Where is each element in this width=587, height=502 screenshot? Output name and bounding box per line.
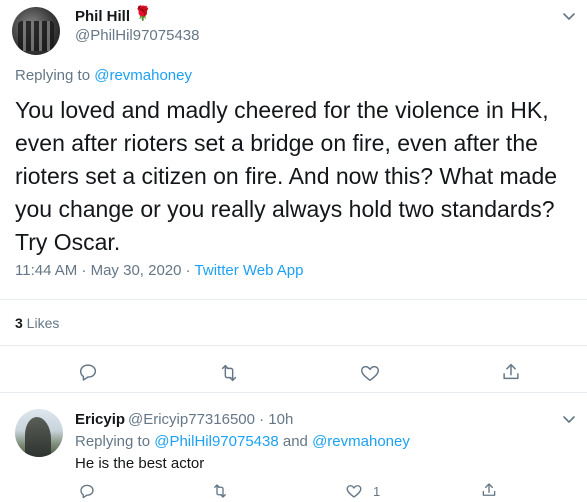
share-icon[interactable] (500, 361, 522, 383)
reply-author-handle-time[interactable]: @Ericyip77316500 · 10h (128, 411, 293, 428)
likes-label: Likes (22, 315, 60, 331)
rose-emoji-icon: 🌹 (134, 5, 152, 21)
tweet-timestamp[interactable]: 11:44 AM · May 30, 2020 · (15, 262, 195, 279)
chevron-down-icon[interactable] (561, 8, 577, 24)
reply-body: He is the best actor (75, 455, 205, 472)
retweet-icon[interactable] (211, 482, 229, 500)
reply-icon[interactable] (77, 361, 99, 383)
divider (0, 299, 587, 300)
author-display-name[interactable]: Phil Hill (75, 8, 130, 25)
reply-replying-to-line: Replying to @PhilHil97075438 and @revmah… (75, 433, 410, 450)
chevron-down-icon[interactable] (561, 411, 577, 427)
replying-to-line: Replying to @revmahoney (15, 67, 192, 84)
tweet-meta: 11:44 AM · May 30, 2020 · Twitter Web Ap… (15, 262, 304, 279)
replying-to-link[interactable]: @revmahoney (312, 433, 410, 450)
retweet-icon[interactable] (218, 362, 240, 384)
reply-author-avatar[interactable] (15, 409, 63, 457)
divider (0, 392, 587, 393)
replying-and: and (278, 433, 313, 450)
author-handle[interactable]: @PhilHil97075438 (75, 27, 199, 44)
tweet-body: You loved and madly cheered for the viol… (15, 97, 558, 255)
replying-prefix: Replying to (75, 433, 155, 450)
share-icon[interactable] (480, 481, 498, 499)
likes-count: 3 (15, 315, 23, 331)
replying-to-link[interactable]: @revmahoney (94, 67, 192, 84)
likes-summary[interactable]: 3 Likes (15, 315, 59, 331)
reply-icon[interactable] (78, 482, 96, 500)
reply-author-name[interactable]: Ericyip (75, 411, 125, 428)
reply-likes-count: 1 (373, 484, 381, 499)
like-icon[interactable] (359, 362, 381, 384)
replying-prefix: Replying to (15, 67, 95, 84)
like-icon[interactable] (345, 482, 363, 500)
divider (0, 345, 587, 346)
author-avatar[interactable] (12, 7, 60, 55)
tweet-source-link[interactable]: Twitter Web App (195, 262, 304, 279)
replying-to-link[interactable]: @PhilHil97075438 (154, 433, 278, 450)
